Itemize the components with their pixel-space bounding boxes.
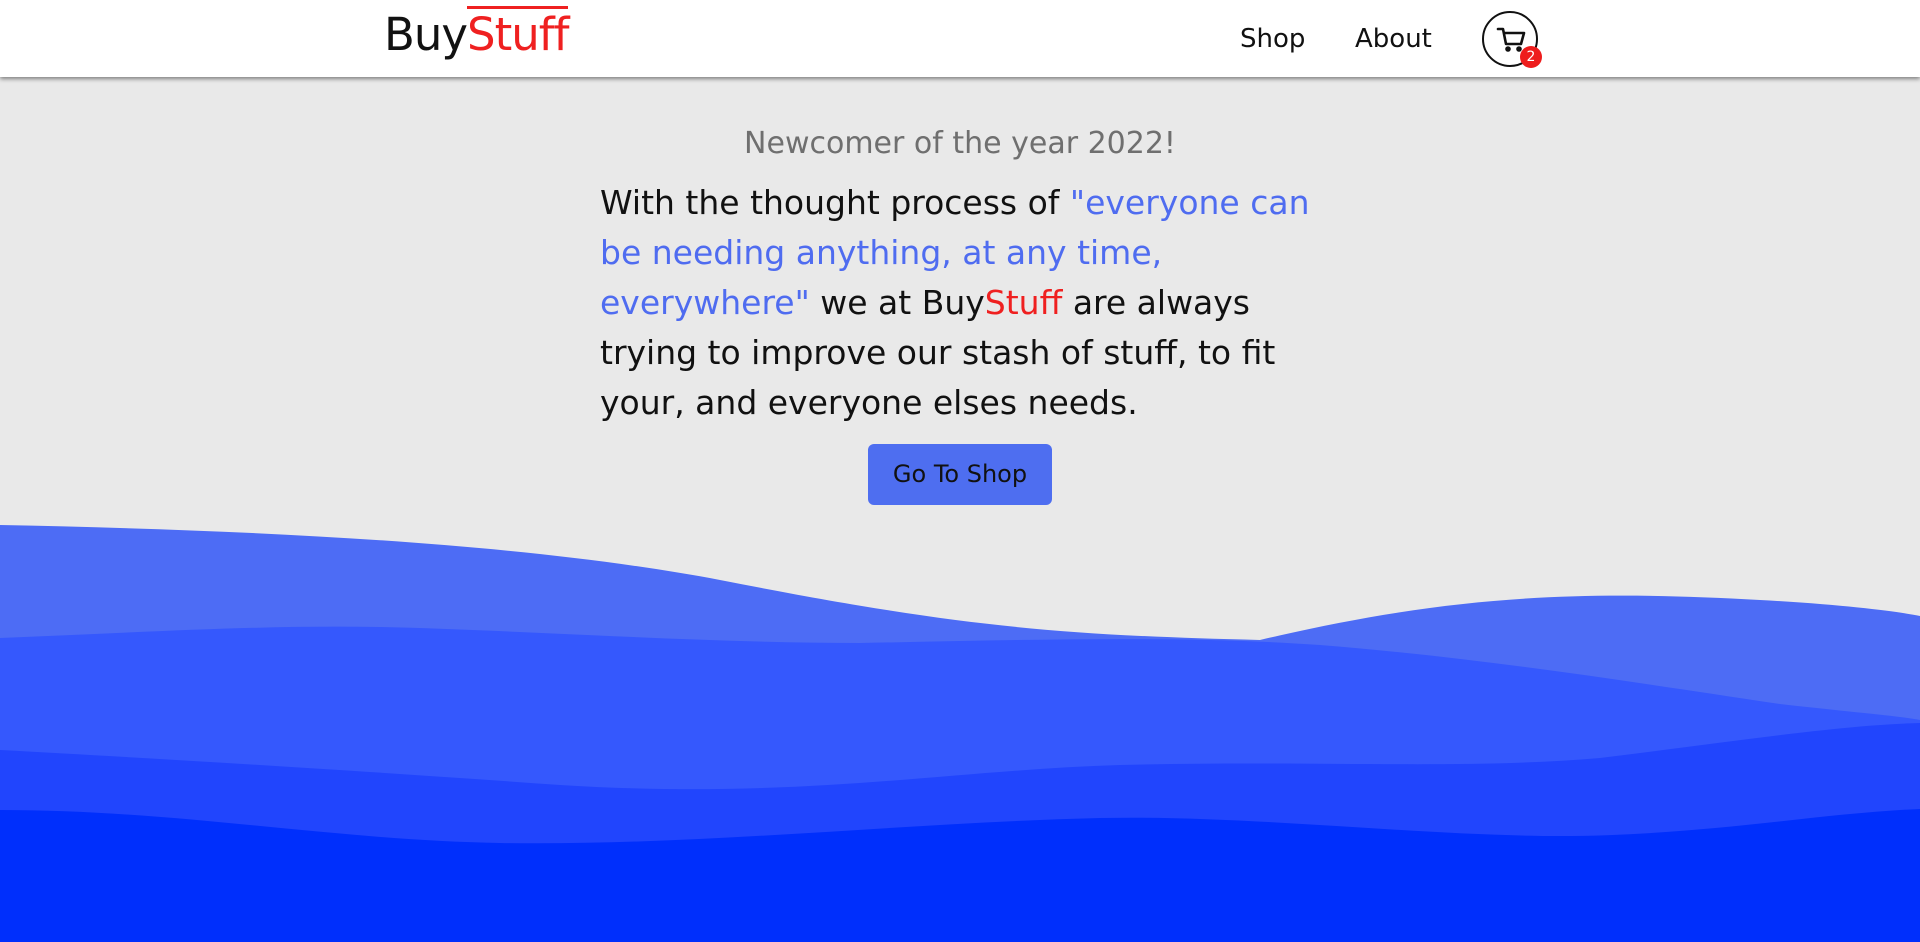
hero-intro-text: With the thought process of "everyone ca… [600, 178, 1320, 428]
site-logo[interactable]: BuyStuff [384, 6, 569, 64]
intro-brand-red: Stuff [984, 283, 1063, 322]
hero-tagline: Newcomer of the year 2022! [744, 126, 1176, 161]
logo-stuff-text: Stuff [467, 6, 569, 61]
logo-buy-text: Buy [384, 8, 468, 61]
site-header: BuyStuff Shop About 2 [0, 0, 1920, 77]
intro-before: With the thought process of [600, 183, 1070, 222]
intro-mid: we at Buy [809, 283, 985, 322]
cart-count-badge: 2 [1520, 46, 1542, 68]
decorative-waves [0, 525, 1920, 942]
go-to-shop-button[interactable]: Go To Shop [868, 444, 1052, 505]
nav-about-link[interactable]: About [1355, 22, 1432, 56]
nav-shop-link[interactable]: Shop [1240, 22, 1305, 56]
cart-button[interactable]: 2 [1482, 11, 1542, 68]
